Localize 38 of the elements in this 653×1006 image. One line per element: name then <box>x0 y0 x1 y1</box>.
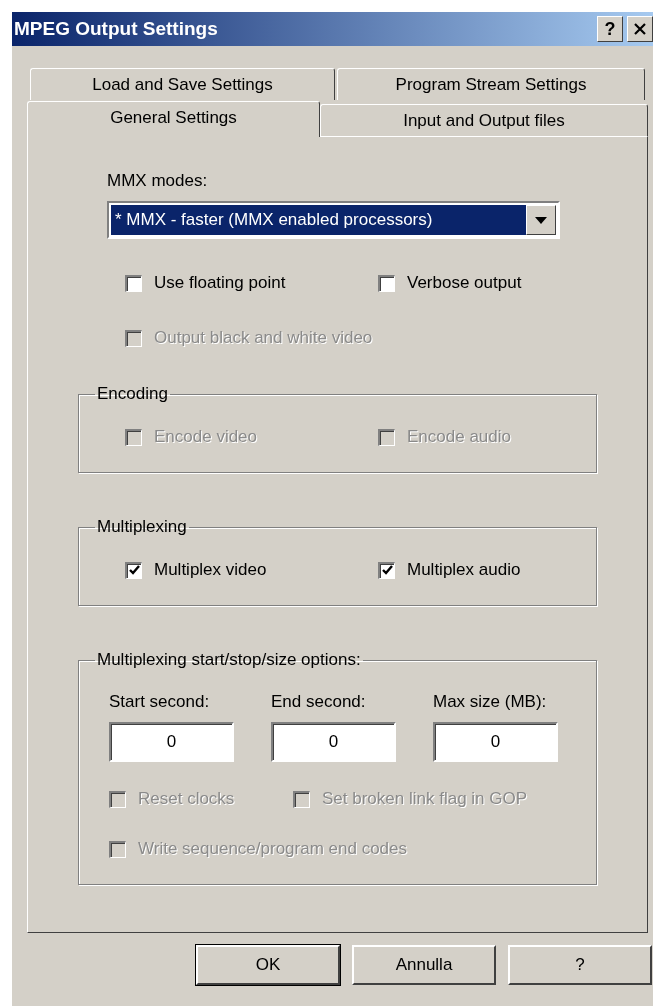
close-button[interactable] <box>627 16 653 42</box>
field-label: Max size (MB): <box>433 691 548 713</box>
tab[interactable]: Input and Output files <box>320 104 648 136</box>
checkbox[interactable] <box>125 274 142 292</box>
dialog-button[interactable]: ? <box>508 945 652 985</box>
caret-icon <box>535 216 547 224</box>
checkbox-label: Use floating point <box>154 273 286 293</box>
checkbox-label: Reset clocks <box>138 789 235 809</box>
checkbox-label: Output black and white video <box>154 328 373 348</box>
checkbox[interactable] <box>378 561 395 579</box>
checkbox-label: Encode video <box>154 427 258 447</box>
close-icon <box>634 23 646 35</box>
input-field[interactable]: 0 <box>271 722 396 762</box>
input-field[interactable]: 0 <box>433 722 558 762</box>
group-title: Encoding <box>96 384 169 404</box>
checkbox[interactable] <box>378 274 395 292</box>
dialog-button[interactable]: OK <box>196 945 340 985</box>
help-button[interactable]: ? <box>597 16 623 42</box>
dialog-button[interactable]: Annulla <box>352 945 496 985</box>
tab[interactable]: Load and Save Settings <box>30 68 335 100</box>
field-label: MMX modes: <box>107 170 209 192</box>
input-field[interactable]: 0 <box>109 722 234 762</box>
group-title: Multiplexing start/stop/size options: <box>96 650 362 670</box>
checkbox-label: Multiplex video <box>154 560 267 580</box>
checkbox-label: Write sequence/program end codes <box>138 839 407 859</box>
dropdown-field[interactable]: * MMX - faster (MMX enabled processors) <box>107 201 560 239</box>
checkbox-label: Encode audio <box>407 427 511 447</box>
checkbox-label: Verbose output <box>407 273 522 293</box>
tab[interactable]: Program Stream Settings <box>337 68 645 100</box>
checkbox-label: Multiplex audio <box>407 560 521 580</box>
tab[interactable]: General Settings <box>27 101 320 137</box>
window-title: MPEG Output Settings <box>14 18 219 40</box>
dropdown-button[interactable] <box>526 205 556 235</box>
field-label: Start second: <box>109 691 211 713</box>
checkbox-label: Set broken link flag in GOP <box>322 789 528 809</box>
group-title: Multiplexing <box>96 517 188 537</box>
checkbox[interactable] <box>125 561 142 579</box>
field-label: End second: <box>271 691 367 713</box>
